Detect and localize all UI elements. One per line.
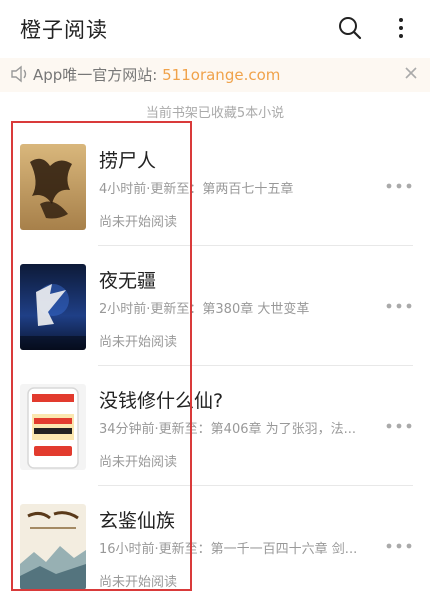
book-title[interactable]: 捞尸人 [99, 146, 156, 173]
notice-text: App唯一官方网站: 511orange.com [33, 64, 280, 85]
more-vertical-icon[interactable] [392, 15, 410, 41]
official-site-link[interactable]: 511orange.com [162, 66, 280, 84]
more-horizontal-icon[interactable] [384, 418, 414, 434]
speaker-icon [10, 65, 30, 83]
book-progress: 尚未开始阅读 [99, 215, 178, 230]
more-horizontal-icon[interactable] [384, 178, 414, 194]
book-cover[interactable] [20, 264, 86, 350]
book-update: 34分钟前·更新至：第406章 为了张羽，法... [99, 422, 357, 437]
book-title[interactable]: 没钱修什么仙? [99, 386, 223, 413]
book-cover[interactable] [20, 384, 86, 470]
more-horizontal-icon[interactable] [384, 538, 414, 554]
notice-prefix: App唯一官方网站: [33, 66, 163, 84]
book-progress: 尚未开始阅读 [99, 455, 178, 470]
book-title[interactable]: 夜无疆 [99, 266, 156, 293]
book-update: 16小时前·更新至：第一千一百四十六章 剑... [99, 542, 358, 557]
close-icon[interactable] [402, 64, 420, 82]
book-cover[interactable] [20, 144, 86, 230]
official-site-notice: App唯一官方网站: 511orange.com [0, 58, 430, 92]
book-item[interactable]: 捞尸人 4小时前·更新至：第两百七十五章 尚未开始阅读 [0, 126, 430, 246]
more-horizontal-icon[interactable] [384, 298, 414, 314]
book-progress: 尚未开始阅读 [99, 335, 178, 350]
book-title[interactable]: 玄鉴仙族 [99, 506, 175, 533]
book-progress: 尚未开始阅读 [99, 575, 178, 590]
app-bar: 橙子阅读 [0, 0, 430, 56]
book-item[interactable]: 玄鉴仙族 16小时前·更新至：第一千一百四十六章 剑... 尚未开始阅读 [0, 486, 430, 606]
shelf-status: 当前书架已收藏5本小说 [145, 106, 285, 121]
book-item[interactable]: 夜无疆 2小时前·更新至：第380章 大世变革 尚未开始阅读 [0, 246, 430, 366]
book-update: 4小时前·更新至：第两百七十五章 [99, 182, 294, 197]
search-icon[interactable] [337, 15, 363, 41]
book-item[interactable]: 没钱修什么仙? 34分钟前·更新至：第406章 为了张羽，法... 尚未开始阅读 [0, 366, 430, 486]
book-update: 2小时前·更新至：第380章 大世变革 [99, 302, 310, 317]
book-cover[interactable] [20, 504, 86, 590]
app-title: 橙子阅读 [20, 18, 108, 42]
